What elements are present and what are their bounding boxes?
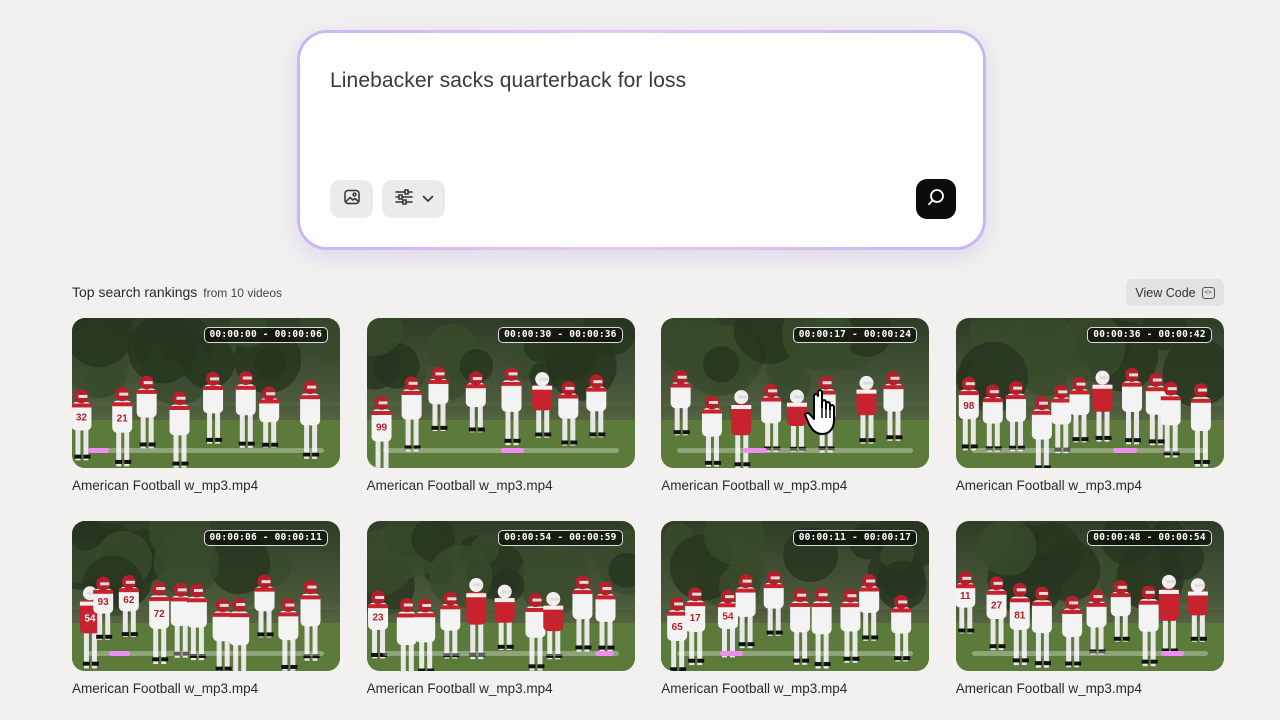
video-filename: American Football w_mp3.mp4	[72, 681, 259, 696]
chevron-down-icon	[422, 190, 434, 208]
clip-timeline	[677, 448, 914, 453]
clip-timestamp: 00:00:00 - 00:00:06	[203, 327, 328, 343]
result-card[interactable]: 54 93 62 72 00:00:06 - 00:00:11 American Fo…	[72, 521, 340, 720]
svg-text:65: 65	[672, 622, 684, 633]
results-grid: 32 21 00:00:00 - 00:00:06 American Footba…	[72, 318, 1224, 720]
clip-timestamp: 00:00:11 - 00:00:17	[792, 530, 918, 546]
search-box[interactable]: Linebacker sacks quarterback for loss	[300, 33, 983, 247]
clip-timeline-segment	[594, 651, 614, 656]
results-subtitle: from 10 videos	[203, 286, 282, 300]
clip-timeline	[382, 651, 619, 656]
view-code-button[interactable]: View Code <>	[1126, 279, 1224, 306]
result-card[interactable]: 00:00:17 - 00:00:24 American Football w_…	[661, 318, 930, 521]
search-icon	[926, 187, 946, 212]
clip-timeline-segment	[743, 448, 767, 453]
result-card[interactable]: 23 00:00:54 - 00:00:59 American Football…	[366, 521, 635, 720]
svg-text:81: 81	[1014, 610, 1026, 621]
video-filename: American Football w_mp3.mp4	[955, 681, 1142, 696]
svg-text:23: 23	[372, 612, 384, 623]
video-filename: American Football w_mp3.mp4	[366, 681, 553, 696]
search-options-button[interactable]	[382, 180, 445, 218]
video-filename: American Football w_mp3.mp4	[72, 478, 259, 493]
clip-timestamp: 00:00:06 - 00:00:11	[203, 530, 328, 546]
clip-timeline-segment	[1160, 651, 1185, 656]
clip-timestamp: 00:00:48 - 00:00:54	[1087, 530, 1212, 546]
clip-timeline	[971, 651, 1208, 656]
video-filename: American Football w_mp3.mp4	[661, 681, 848, 696]
svg-text:17: 17	[690, 613, 702, 624]
video-thumbnail[interactable]: 00:00:17 - 00:00:24	[661, 318, 930, 468]
sliders-icon	[394, 188, 414, 211]
image-upload-icon	[343, 188, 361, 211]
result-card[interactable]: 11 27 81 00:00:48 - 00:00:54 American Foot…	[955, 521, 1224, 720]
clip-timestamp: 00:00:30 - 00:00:36	[498, 327, 623, 343]
svg-text:98: 98	[963, 401, 975, 412]
svg-text:27: 27	[991, 601, 1003, 612]
clip-timeline	[88, 651, 324, 656]
result-card[interactable]: 65 17 54 00:00:11 - 00:00:17 American Foot…	[661, 521, 930, 720]
svg-text:32: 32	[76, 413, 88, 424]
view-code-label: View Code	[1135, 285, 1196, 300]
clip-timeline-segment	[109, 651, 131, 656]
results-title: Top search rankings	[72, 284, 198, 300]
result-card[interactable]: 99 00:00:30 - 00:00:36 American Football…	[366, 318, 635, 521]
clip-timeline-segment	[500, 448, 525, 453]
video-thumbnail[interactable]: 11 27 81 00:00:48 - 00:00:54	[955, 521, 1224, 671]
svg-text:54: 54	[84, 614, 96, 625]
clip-timestamp: 00:00:54 - 00:00:59	[498, 530, 623, 546]
video-filename: American Football w_mp3.mp4	[366, 478, 553, 493]
clip-timeline	[382, 448, 619, 453]
video-thumbnail[interactable]: 23 00:00:54 - 00:00:59	[366, 521, 635, 671]
video-filename: American Football w_mp3.mp4	[661, 478, 848, 493]
clip-timestamp: 00:00:36 - 00:00:42	[1087, 327, 1212, 343]
svg-text:11: 11	[960, 591, 971, 602]
clip-timeline	[88, 448, 324, 453]
svg-text:21: 21	[117, 413, 129, 424]
clip-timeline	[677, 651, 914, 656]
result-card[interactable]: 32 21 00:00:00 - 00:00:06 American Footba…	[72, 318, 340, 521]
clip-timestamp: 00:00:17 - 00:00:24	[792, 327, 918, 343]
video-thumbnail[interactable]: 99 00:00:30 - 00:00:36	[366, 318, 635, 468]
svg-text:54: 54	[723, 611, 735, 622]
svg-text:99: 99	[376, 422, 388, 433]
video-thumbnail[interactable]: 65 17 54 00:00:11 - 00:00:17	[661, 521, 930, 671]
svg-text:72: 72	[154, 609, 166, 620]
search-submit-button[interactable]	[916, 179, 956, 219]
clip-timeline-segment	[1113, 448, 1137, 453]
video-thumbnail[interactable]: 54 93 62 72 00:00:06 - 00:00:11	[72, 521, 340, 671]
search-panel: Linebacker sacks quarterback for loss	[297, 30, 986, 250]
result-card[interactable]: 98 00:00:36 - 00:00:42 American Football…	[955, 318, 1224, 521]
results-header: Top search rankings from 10 videos	[72, 284, 282, 300]
video-thumbnail[interactable]: 32 21 00:00:00 - 00:00:06	[72, 318, 340, 468]
svg-text:62: 62	[123, 595, 135, 606]
clip-timeline	[971, 448, 1208, 453]
video-filename: American Football w_mp3.mp4	[955, 478, 1142, 493]
clip-timeline-segment	[719, 651, 744, 656]
image-upload-button[interactable]	[330, 180, 373, 218]
svg-text:93: 93	[98, 597, 110, 608]
video-thumbnail[interactable]: 98 00:00:36 - 00:00:42	[955, 318, 1224, 468]
code-icon: <>	[1201, 286, 1215, 299]
clip-timeline-segment	[88, 448, 110, 453]
search-query-text[interactable]: Linebacker sacks quarterback for loss	[330, 69, 686, 93]
